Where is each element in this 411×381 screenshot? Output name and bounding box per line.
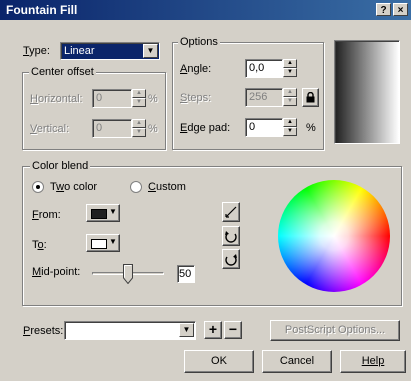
color-blend-group-label: Color blend	[30, 160, 91, 172]
title-bar: Fountain Fill ? ×	[0, 0, 411, 20]
dialog-title: Fountain Fill	[6, 3, 78, 17]
horizontal-label: Horizontal:	[30, 93, 83, 105]
steps-field[interactable]: 256	[245, 88, 283, 107]
chevron-down-icon[interactable]: ▼	[143, 44, 158, 58]
help-button[interactable]: Help	[340, 350, 406, 373]
clockwise-arrow-icon	[225, 254, 237, 266]
angle-field[interactable]: 0,0	[245, 59, 283, 78]
cancel-button[interactable]: Cancel	[262, 350, 332, 373]
presets-label: Presets:	[23, 325, 64, 337]
mid-point-field[interactable]: 50	[177, 265, 195, 283]
help-button-label: Help	[361, 355, 385, 367]
vertical-field[interactable]: 0	[92, 119, 132, 138]
angle-spinner[interactable]: ▲ ▼	[283, 59, 297, 77]
options-group-label: Options	[178, 36, 220, 48]
postscript-options-button[interactable]: PostScript Options...	[270, 320, 400, 341]
edge-pad-spinner[interactable]: ▲ ▼	[283, 118, 297, 136]
chevron-down-icon: ▼	[109, 237, 117, 246]
to-color-picker[interactable]: ▼	[86, 234, 120, 252]
lock-steps-button[interactable]	[302, 88, 319, 107]
horizontal-field[interactable]: 0	[92, 89, 132, 108]
custom-radio[interactable]	[130, 181, 142, 193]
two-color-label: Two color	[50, 181, 98, 193]
remove-preset-button[interactable]: −	[224, 321, 242, 339]
fountain-fill-dialog: Fountain Fill ? × Type: Linear ▼ Center …	[0, 0, 411, 381]
edge-pad-label: Edge pad:	[180, 122, 231, 134]
add-preset-button[interactable]: +	[204, 321, 222, 339]
custom-label: Custom	[148, 181, 186, 193]
chevron-down-icon[interactable]: ▼	[179, 323, 194, 337]
steps-spinner[interactable]: ▲ ▼	[283, 88, 297, 106]
chevron-down-icon: ▼	[109, 207, 117, 216]
two-color-radio[interactable]	[32, 181, 44, 193]
from-color-swatch	[91, 209, 107, 219]
vertical-label: Vertical:	[30, 123, 70, 135]
mid-point-slider-thumb[interactable]	[123, 264, 133, 285]
lock-icon	[306, 91, 315, 103]
ok-button-label: OK	[211, 355, 227, 367]
center-offset-group-label: Center offset	[29, 66, 96, 78]
type-dropdown[interactable]: Linear ▼	[60, 42, 160, 60]
diagonal-line-icon	[225, 206, 237, 218]
presets-dropdown[interactable]: ▼	[64, 321, 196, 340]
clockwise-blend-button[interactable]	[222, 249, 240, 269]
direct-blend-button[interactable]	[222, 202, 240, 222]
help-title-button[interactable]: ?	[376, 3, 391, 16]
mid-point-label: Mid-point:	[32, 266, 81, 278]
center-offset-group	[22, 72, 166, 150]
vertical-spinner[interactable]: ▲ ▼	[132, 119, 146, 137]
from-color-picker[interactable]: ▼	[86, 204, 120, 222]
angle-label: Angle:	[180, 63, 212, 75]
color-wheel[interactable]	[278, 180, 390, 292]
edge-pad-unit: %	[306, 122, 316, 134]
from-label: From:	[32, 209, 61, 221]
to-color-swatch	[91, 239, 107, 249]
to-label: To:	[32, 239, 47, 251]
close-title-button[interactable]: ×	[393, 3, 408, 16]
type-dropdown-value: Linear	[64, 45, 95, 57]
edge-pad-field[interactable]: 0	[245, 118, 283, 137]
fill-preview	[334, 40, 400, 144]
steps-label: Steps:	[180, 92, 212, 104]
ok-button[interactable]: OK	[184, 350, 254, 373]
counterclockwise-arrow-icon	[225, 231, 237, 243]
horizontal-unit: %	[148, 93, 158, 105]
vertical-unit: %	[148, 123, 158, 135]
horizontal-spinner[interactable]: ▲ ▼	[132, 89, 146, 107]
type-label: Type:	[23, 45, 50, 57]
counterclockwise-blend-button[interactable]	[222, 226, 240, 246]
